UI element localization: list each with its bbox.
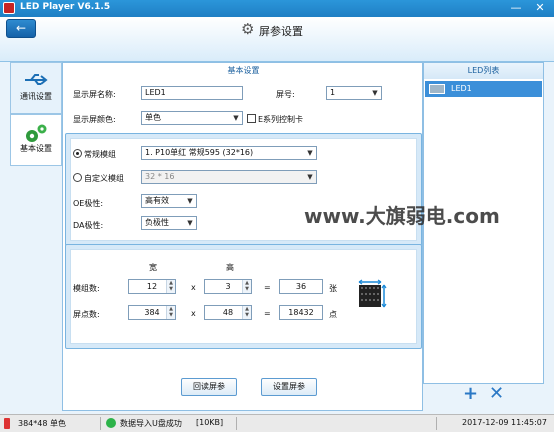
custom-module-label: 自定义模组	[84, 174, 124, 183]
nav-item-basic[interactable]: 基本设置	[10, 114, 62, 166]
pixels-width-value: 384	[144, 308, 160, 317]
status-datetime: 2017-12-09 11:45:07	[462, 418, 547, 427]
pixels-height-value: 48	[222, 308, 234, 317]
custom-module-value: 32 * 16	[145, 172, 175, 181]
modules-unit: 张	[329, 284, 337, 293]
modules-height-stepper[interactable]: 3 ▲ ▼	[204, 279, 252, 294]
chevron-down-icon: ▼	[187, 197, 193, 205]
height-header: 高	[226, 263, 234, 272]
list-item-label: LED1	[451, 84, 472, 93]
left-nav: 通讯设置 基本设置	[10, 62, 62, 376]
remove-button[interactable]: ✕	[489, 385, 504, 403]
main-panel: 基本设置 显示屏名称: LED1 屏号: 1 ▼ 显示屏颜色: 单色 ▼ E系列控制…	[62, 62, 423, 411]
stepper-arrows-icon[interactable]: ▲ ▼	[166, 280, 175, 293]
success-icon	[106, 418, 116, 428]
oe-polarity-value: 高有效	[145, 196, 169, 205]
pixels-height-stepper[interactable]: 48 ▲ ▼	[204, 305, 252, 320]
nav-item-label: 通讯设置	[20, 92, 52, 101]
add-button[interactable]: +	[463, 385, 478, 403]
apply-button[interactable]: 设置屏参	[261, 378, 317, 396]
modules-label: 模组数:	[73, 284, 100, 293]
equals-sign: =	[264, 309, 271, 318]
list-item[interactable]: LED1	[425, 81, 542, 97]
usb-icon	[23, 71, 49, 89]
chevron-down-icon: ▼	[307, 173, 313, 181]
led-list-title: LED列表	[424, 63, 543, 79]
readback-button[interactable]: 回读屏参	[181, 378, 237, 396]
nav-item-label: 基本设置	[20, 144, 52, 153]
divider	[100, 417, 101, 430]
normal-module-value: 1. P10单红 常规595 (32*16)	[145, 148, 254, 157]
width-header: 宽	[149, 263, 157, 272]
stepper-arrows-icon[interactable]: ▲ ▼	[166, 306, 175, 319]
pixels-label: 屏点数:	[73, 310, 100, 319]
status-resolution: 384*48 单色	[18, 419, 66, 428]
chevron-down-icon: ▼	[372, 89, 378, 97]
nav-item-communication[interactable]: 通讯设置	[10, 62, 62, 114]
status-icon	[4, 418, 10, 429]
custom-module-radio[interactable]	[73, 173, 82, 182]
normal-module-select[interactable]: 1. P10单红 常规595 (32*16) ▼	[141, 146, 317, 160]
chevron-down-icon: ▼	[187, 219, 193, 227]
status-size: [10KB]	[196, 418, 224, 427]
screen-color-label: 显示屏颜色:	[73, 115, 116, 124]
led-matrix-icon	[357, 279, 389, 311]
led-player-window: LED Player V6.1.5 — ✕ ← ⚙ 屏参设置 通讯设置 基本设置…	[0, 0, 554, 432]
times-sign: x	[191, 283, 196, 292]
status-bar: 384*48 单色 数据导入U盘成功 [10KB] 2017-12-09 11:…	[0, 414, 554, 432]
window-title: LED Player V6.1.5	[20, 2, 111, 12]
pixels-total-field: 18432	[279, 305, 323, 320]
normal-module-label: 常规模组	[84, 150, 116, 159]
screen-no-select[interactable]: 1 ▼	[326, 86, 382, 100]
watermark: www.大旗弱电.com	[304, 204, 500, 228]
da-polarity-label: DA极性:	[73, 221, 104, 230]
normal-module-radio[interactable]	[73, 149, 82, 158]
stepper-arrows-icon[interactable]: ▲ ▼	[242, 306, 251, 319]
screen-color-select[interactable]: 单色 ▼	[141, 111, 243, 125]
section-title: 基本设置	[227, 66, 260, 75]
divider	[236, 417, 237, 430]
equals-sign: =	[264, 283, 271, 292]
chevron-down-icon: ▼	[307, 149, 313, 157]
custom-module-select: 32 * 16 ▼	[141, 170, 317, 184]
e-series-checkbox[interactable]	[247, 114, 256, 123]
divider	[436, 417, 437, 430]
e-series-label: E系列控制卡	[258, 115, 304, 124]
back-button[interactable]: ←	[6, 19, 36, 38]
oe-polarity-select[interactable]: 高有效 ▼	[141, 194, 197, 208]
times-sign: x	[191, 309, 196, 318]
page-title: 屏参设置	[259, 25, 303, 38]
screen-no-label: 屏号:	[276, 90, 295, 99]
screen-icon	[429, 84, 445, 94]
title-bar: LED Player V6.1.5 — ✕	[0, 0, 554, 17]
modules-width-value: 12	[146, 282, 158, 291]
stepper-arrows-icon[interactable]: ▲ ▼	[242, 280, 251, 293]
da-polarity-select[interactable]: 负极性 ▼	[141, 216, 197, 230]
close-button[interactable]: ✕	[528, 0, 552, 17]
screen-no-value: 1	[330, 88, 336, 97]
gears-icon	[23, 123, 49, 142]
screen-name-label: 显示屏名称:	[73, 90, 116, 99]
gear-icon: ⚙	[241, 20, 255, 38]
screen-name-field[interactable]: LED1	[141, 86, 243, 100]
pixels-unit: 点	[329, 310, 337, 319]
modules-height-value: 3	[225, 282, 231, 291]
chevron-down-icon: ▼	[233, 114, 239, 122]
modules-width-stepper[interactable]: 12 ▲ ▼	[128, 279, 176, 294]
da-polarity-value: 负极性	[145, 218, 169, 227]
app-icon	[3, 2, 15, 14]
pixels-width-stepper[interactable]: 384 ▲ ▼	[128, 305, 176, 320]
modules-total-field: 36	[279, 279, 323, 294]
oe-polarity-label: OE极性:	[73, 199, 104, 208]
status-message: 数据导入U盘成功	[120, 419, 182, 428]
minimize-button[interactable]: —	[504, 0, 528, 17]
arrow-left-icon: ←	[15, 21, 27, 35]
screen-color-value: 单色	[145, 113, 161, 122]
